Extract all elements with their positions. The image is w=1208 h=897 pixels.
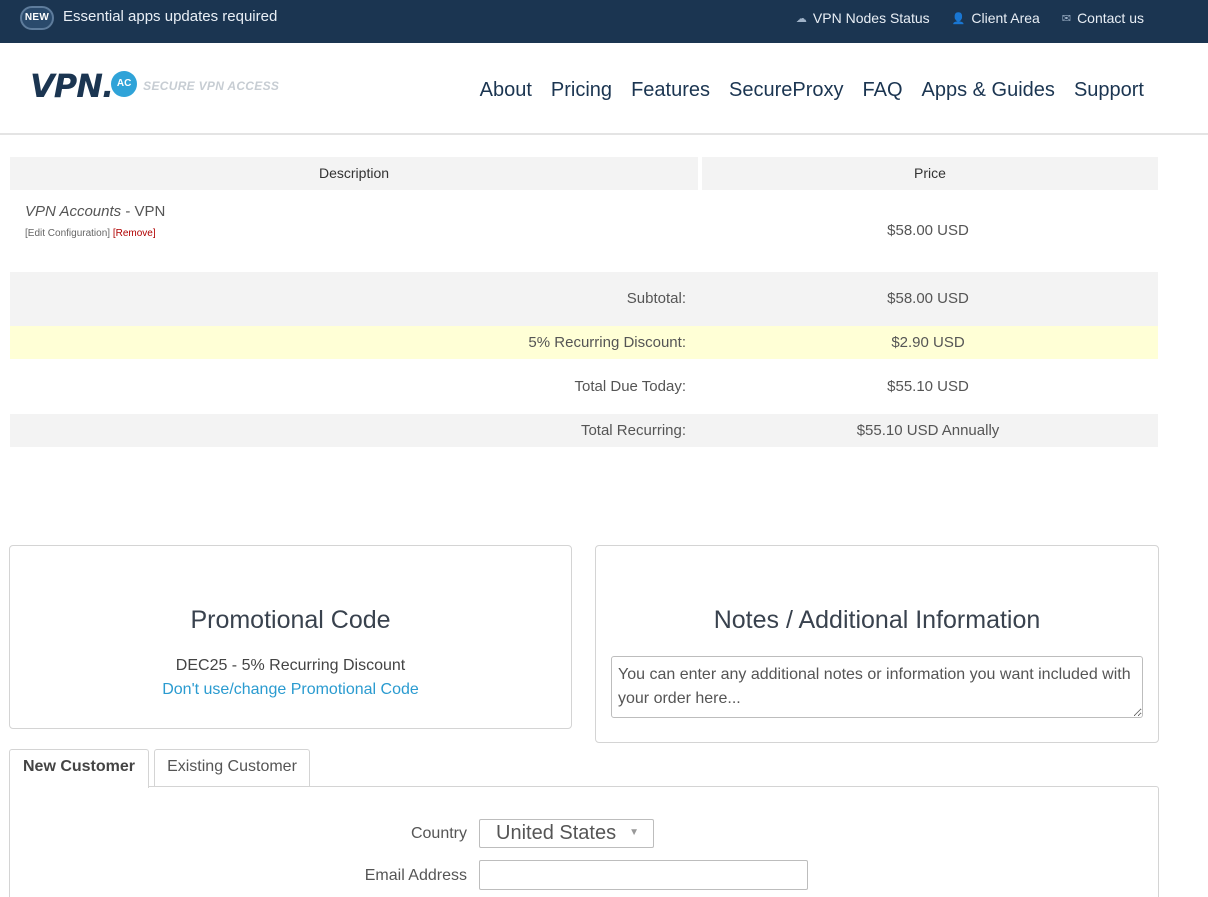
logo-badge: AC xyxy=(111,71,138,97)
user-icon: 👤 xyxy=(951,12,966,25)
client-area-link[interactable]: 👤 Client Area xyxy=(952,10,1040,26)
country-label: Country xyxy=(410,825,467,842)
main-nav: About Pricing Features SecureProxy FAQ A… xyxy=(480,79,1144,102)
top-links: ☁ VPN Nodes Status 👤 Client Area ✉ Conta… xyxy=(796,10,1144,26)
notes-title: Notes / Additional Information xyxy=(713,606,1041,634)
cloud-icon: ☁ xyxy=(795,12,807,25)
row-spacer xyxy=(10,359,1158,370)
site-header: VPN. AC SECURE VPN ACCESS About Pricing … xyxy=(0,43,1208,135)
item-separator: - xyxy=(121,203,135,220)
envelope-icon: ✉ xyxy=(1061,12,1072,25)
logo-text: VPN. xyxy=(30,67,114,105)
table-row: VPN Accounts - VPN [Edit Configuration] … xyxy=(10,190,1158,272)
new-customer-form: Country United States ▼ Email Address xyxy=(9,786,1159,897)
order-summary-table: Description Price VPN Accounts - VPN [Ed… xyxy=(10,157,1158,447)
nav-pricing[interactable]: Pricing xyxy=(551,79,612,102)
total-recurring-row: Total Recurring: $55.10 USD Annually xyxy=(10,414,1158,447)
total-recurring-label: Total Recurring: xyxy=(580,422,686,439)
nav-features[interactable]: Features xyxy=(631,79,710,102)
item-name: VPN Accounts - VPN xyxy=(25,203,683,220)
total-due-row: Total Due Today: $55.10 USD xyxy=(10,370,1158,403)
tab-existing-customer[interactable]: Existing Customer xyxy=(154,749,310,787)
email-field[interactable] xyxy=(479,860,808,890)
client-area-label: Client Area xyxy=(971,10,1040,26)
subtotal-value: $58.00 USD xyxy=(887,290,969,307)
contact-us-label: Contact us xyxy=(1077,10,1144,26)
total-due-label: Total Due Today: xyxy=(574,378,686,395)
tab-new-customer[interactable]: New Customer xyxy=(9,749,149,788)
item-price: $58.00 USD xyxy=(887,222,969,239)
item-product: VPN Accounts xyxy=(25,203,122,220)
discount-value: $2.90 USD xyxy=(891,334,965,351)
discount-row: 5% Recurring Discount: $2.90 USD xyxy=(10,326,1158,359)
nav-faq[interactable]: FAQ xyxy=(863,79,903,102)
country-selected-value: United States xyxy=(496,822,617,844)
item-description: VPN Accounts - VPN [Edit Configuration] … xyxy=(10,190,698,272)
item-plan: VPN xyxy=(134,203,166,220)
nav-secureproxy[interactable]: SecureProxy xyxy=(729,79,844,102)
subtotal-label: Subtotal: xyxy=(626,290,686,307)
vpn-nodes-status-label: VPN Nodes Status xyxy=(812,10,930,26)
contact-us-link[interactable]: ✉ Contact us xyxy=(1062,10,1144,26)
site-logo[interactable]: VPN. AC SECURE VPN ACCESS xyxy=(30,67,279,105)
applied-promo-code: DEC25 - 5% Recurring Discount xyxy=(175,657,406,674)
logo-tagline: SECURE VPN ACCESS xyxy=(143,79,280,93)
email-label: Email Address xyxy=(364,867,467,884)
total-recurring-value: $55.10 USD Annually xyxy=(856,422,1000,439)
nav-apps-guides[interactable]: Apps & Guides xyxy=(922,79,1055,102)
row-spacer xyxy=(10,403,1158,414)
subtotal-row: Subtotal: $58.00 USD xyxy=(10,272,1158,326)
notes-panel: Notes / Additional Information xyxy=(595,545,1159,743)
table-header-row: Description Price xyxy=(10,157,1158,190)
caret-down-icon: ▼ xyxy=(629,827,639,838)
new-badge: NEW xyxy=(20,6,54,30)
top-announcement-bar: NEW Essential apps updates required ☁ VP… xyxy=(0,0,1208,43)
promo-title: Promotional Code xyxy=(190,606,391,634)
country-select[interactable]: United States ▼ xyxy=(479,819,654,848)
edit-configuration-link[interactable]: [Edit Configuration] xyxy=(25,228,110,239)
announcement-link[interactable]: Essential apps updates required xyxy=(63,8,277,25)
nav-about[interactable]: About xyxy=(480,79,532,102)
notes-textarea[interactable] xyxy=(611,656,1143,718)
price-header: Price xyxy=(702,157,1158,190)
change-promo-link[interactable]: Don't use/change Promotional Code xyxy=(10,681,571,699)
discount-label: 5% Recurring Discount: xyxy=(528,334,686,351)
vpn-nodes-status-link[interactable]: ☁ VPN Nodes Status xyxy=(796,10,930,26)
description-header: Description xyxy=(10,157,698,190)
remove-link[interactable]: [Remove] xyxy=(113,228,156,239)
nav-support[interactable]: Support xyxy=(1074,79,1144,102)
item-actions: [Edit Configuration] [Remove] xyxy=(25,228,683,239)
promo-code-panel: Promotional Code DEC25 - 5% Recurring Di… xyxy=(9,545,572,729)
total-due-value: $55.10 USD xyxy=(887,378,969,395)
